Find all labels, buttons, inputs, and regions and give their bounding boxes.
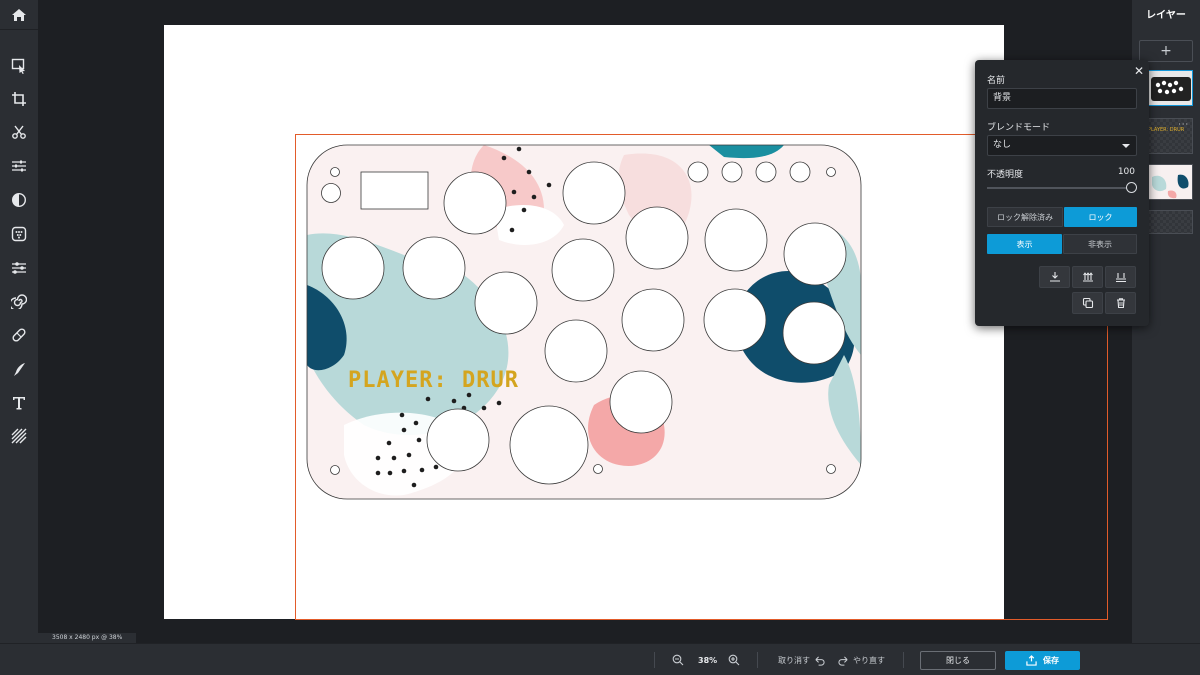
blend-mode-value: なし [993,140,1012,150]
filter-icon [11,192,27,208]
layers-title: レイヤー [1146,10,1186,21]
align-bottom-button[interactable] [1039,266,1070,288]
unlocked-toggle[interactable]: ロック解除済み [987,207,1063,227]
save-button[interactable]: 保存 [1005,651,1080,670]
effects-tool[interactable] [0,220,38,248]
crop-tool[interactable] [0,85,38,113]
home-button[interactable] [0,0,38,30]
retouch-icon [12,328,26,342]
opacity-label: 不透明度 [987,170,1024,180]
align-top-button[interactable] [1105,266,1136,288]
layer-thumb-text-preview: PLAYER: DRUR [1148,127,1185,133]
zoom-out-icon [672,654,684,666]
align-bottom-icon [1049,272,1060,282]
adjust-tool[interactable] [0,152,38,180]
undo-icon [815,655,825,666]
draw-tool[interactable] [0,355,38,383]
select-tool[interactable] [0,52,38,80]
blend-mode-select[interactable]: なし [987,135,1137,156]
undo-label: 取り消す [778,655,810,665]
zoom-out-button[interactable] [672,644,684,675]
bottom-bar: 38% 取り消す やり直す 閉じる 保存 [0,643,1200,675]
add-layer-button[interactable]: + [1139,40,1193,62]
duplicate-button[interactable] [1072,292,1103,314]
fightstick-design[interactable]: PLAYER: DRUR [164,25,1004,619]
effects-icon [11,226,27,242]
undo-button[interactable]: 取り消す [778,644,825,675]
show-toggle[interactable]: 表示 [987,234,1062,254]
hide-toggle[interactable]: 非表示 [1063,234,1137,254]
divider [903,652,904,668]
trash-icon [1116,298,1125,309]
text-tool[interactable] [0,389,38,417]
select-icon [11,58,25,74]
close-button[interactable]: 閉じる [920,651,996,670]
cut-icon [12,125,26,139]
save-label: 保存 [1043,656,1059,665]
redo-icon [838,655,848,666]
zoom-level: 38% [698,655,718,665]
liquify-tool[interactable] [0,254,38,282]
layer-thumb-background[interactable]: ··· [1147,70,1193,106]
divider [757,652,758,668]
delete-button[interactable] [1105,292,1136,314]
opacity-slider-track[interactable] [987,187,1132,189]
distort-tool[interactable] [0,287,38,315]
opacity-slider-thumb[interactable] [1126,182,1137,193]
artboard[interactable]: PLAYER: DRUR [164,25,1004,619]
cut-tool[interactable] [0,118,38,146]
canvas-workspace[interactable]: PLAYER: DRUR 3508 x 2480 px @ 38% [38,0,1132,643]
layer-properties-popup: ✕ 名前 背景 ブレンドモード なし 不透明度 100 ロック解除済み ロック … [975,60,1149,326]
redo-button[interactable]: やり直す [838,644,885,675]
close-popup-button[interactable]: ✕ [1134,64,1144,78]
chevron-down-icon [1122,144,1130,148]
filter-tool[interactable] [0,186,38,214]
layer-thumb-pattern-preview [1148,165,1192,199]
draw-icon [14,363,25,376]
layer-name-field[interactable]: 背景 [987,88,1137,109]
save-icon [1026,655,1037,666]
liquify-icon [12,262,26,274]
zoom-in-button[interactable] [728,644,740,675]
distort-icon [11,294,27,309]
align-top-icon [1115,273,1126,283]
divider [654,652,655,668]
name-label: 名前 [987,76,1006,86]
redo-label: やり直す [853,655,885,665]
layer-thumb-text[interactable]: ··· PLAYER: DRUR [1147,118,1193,154]
crop-icon [12,92,26,106]
texture-icon [11,428,27,444]
photo-editor: PLAYER: DRUR 3508 x 2480 px @ 38% レイヤー +… [0,0,1200,675]
layer-more-button[interactable]: ··· [1178,72,1189,81]
adjust-icon [12,160,26,172]
zoom-in-icon [728,654,740,666]
texture-tool[interactable] [0,422,38,450]
text-icon [13,397,25,410]
duplicate-icon [1082,297,1093,309]
player-label-text: PLAYER: DRUR [348,368,519,393]
lock-toggle[interactable]: ロック [1064,207,1137,227]
left-toolbar [0,0,38,675]
align-middle-icon [1082,272,1093,282]
canvas-dimensions-status: 3508 x 2480 px @ 38% [38,633,137,643]
home-icon [12,8,26,21]
layer-thumb-empty[interactable] [1147,210,1193,234]
layer-thumb-pattern[interactable] [1147,164,1193,200]
opacity-value: 100 [1117,167,1135,177]
retouch-tool[interactable] [0,321,38,349]
align-middle-button[interactable] [1072,266,1103,288]
blend-mode-label: ブレンドモード [987,123,1051,133]
